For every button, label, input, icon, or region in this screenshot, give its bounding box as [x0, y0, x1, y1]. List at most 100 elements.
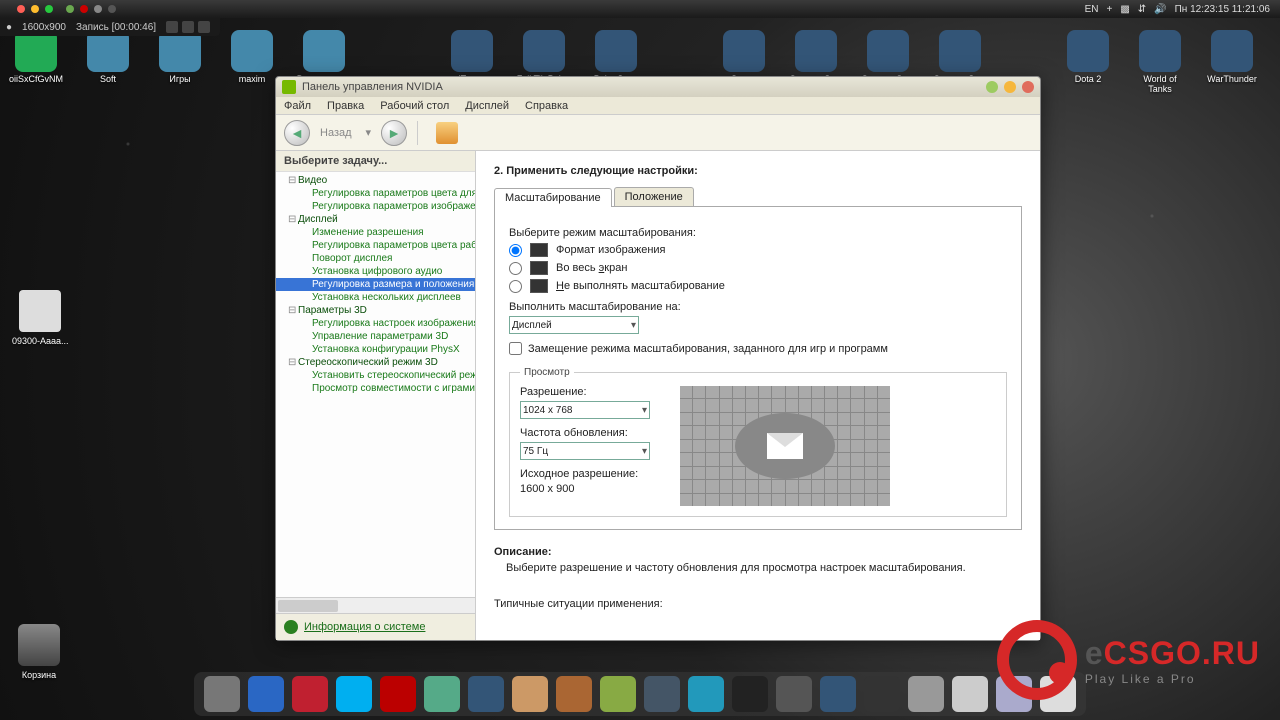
dock-item[interactable] [688, 676, 724, 712]
forward-button[interactable]: ► [381, 120, 407, 146]
dock-item[interactable] [204, 676, 240, 712]
minimize-button[interactable] [986, 81, 998, 93]
desktop-icon[interactable]: oiiSxCfGvNM [8, 30, 64, 94]
refresh-select[interactable]: 75 Гц [520, 442, 650, 460]
network-icon[interactable]: ⇵ [1138, 4, 1146, 15]
tree-node[interactable]: Регулировка параметров цвета для вид [276, 187, 475, 200]
desktop-icon[interactable]: Dota 2 [1060, 30, 1116, 94]
rec-leading-icon: ● [6, 22, 12, 33]
tab-position[interactable]: Положение [614, 187, 694, 206]
horizontal-scrollbar[interactable] [276, 597, 475, 613]
override-checkbox-row[interactable]: Замещение режима масштабирования, заданн… [509, 342, 1007, 355]
radio-fullscreen[interactable]: Во весь экран [509, 261, 1007, 275]
dock-item[interactable] [292, 676, 328, 712]
description-section: Описание: Выберите разрешение и частоту … [494, 546, 1022, 574]
dock-item[interactable] [380, 676, 416, 712]
app-icon [595, 30, 637, 72]
tree-node[interactable]: Поворот дисплея [276, 252, 475, 265]
tree-node[interactable]: Управление параметрами 3D [276, 330, 475, 343]
toolbar-divider [417, 121, 418, 145]
desktop-icon[interactable]: Игры [152, 30, 208, 94]
radio-input[interactable] [509, 262, 522, 275]
tree-node[interactable]: Дисплей [276, 213, 475, 226]
checkbox-label: Замещение режима масштабирования, заданн… [528, 343, 888, 355]
preview-legend: Просмотр [520, 367, 574, 378]
radio-label: Формат изображения [556, 244, 666, 256]
clock[interactable]: Пн 12:23:15 11:21:06 [1175, 4, 1270, 15]
tabs: Масштабирование Положение [494, 187, 1022, 207]
tree-node[interactable]: Просмотр совместимости с играми [276, 382, 475, 395]
rec-control-icon[interactable] [166, 21, 178, 33]
tree-node[interactable]: Установка конфигурации PhysX [276, 343, 475, 356]
info-icon [284, 620, 298, 634]
dock-item[interactable] [424, 676, 460, 712]
desktop-icon[interactable]: WarThunder [1204, 30, 1260, 94]
radio-input[interactable] [509, 280, 522, 293]
language-indicator[interactable]: EN [1085, 4, 1099, 15]
dock-item[interactable] [908, 676, 944, 712]
menu-item[interactable]: Файл [284, 100, 311, 112]
dropdown-arrow-icon[interactable]: ▾ [366, 126, 372, 139]
override-checkbox[interactable] [509, 342, 522, 355]
radio-no-scaling[interactable]: Не выполнять масштабирование [509, 279, 1007, 293]
native-res-label: Исходное разрешение: [520, 468, 660, 480]
rec-control-icon[interactable] [198, 21, 210, 33]
volume-icon[interactable]: 🔊 [1154, 4, 1166, 15]
status-dot-red [17, 5, 25, 13]
perform-on-select[interactable]: Дисплей [509, 316, 639, 334]
app-icon [15, 30, 57, 72]
dock-item[interactable] [336, 676, 372, 712]
maximize-button[interactable] [1004, 81, 1016, 93]
tree-node[interactable]: Регулировка параметров цвета рабочег [276, 239, 475, 252]
dock-item[interactable] [512, 676, 548, 712]
app-icon [939, 30, 981, 72]
desktop-file-icon[interactable]: 09300-Aaaa... [12, 290, 69, 346]
menu-item[interactable]: Правка [327, 100, 364, 112]
tree-node[interactable]: Установить стереоскопический режим 3 [276, 369, 475, 382]
dock-item[interactable] [820, 676, 856, 712]
dock-item[interactable] [468, 676, 504, 712]
tray-icon[interactable] [94, 5, 102, 13]
trash-icon[interactable]: Корзина [18, 624, 60, 680]
rec-control-icon[interactable] [182, 21, 194, 33]
tray-icon[interactable] [66, 5, 74, 13]
tree-node[interactable]: Установка цифрового аудио [276, 265, 475, 278]
dock-item[interactable] [556, 676, 592, 712]
tree-node[interactable]: Изменение разрешения [276, 226, 475, 239]
tree-node[interactable]: Регулировка параметров изображения д [276, 200, 475, 213]
home-button[interactable] [436, 122, 458, 144]
tray-icon[interactable] [108, 5, 116, 13]
tree-node[interactable]: Установка нескольких дисплеев [276, 291, 475, 304]
dock-item[interactable] [952, 676, 988, 712]
radio-input[interactable] [509, 244, 522, 257]
close-button[interactable] [1022, 81, 1034, 93]
flag-icon[interactable]: ▩ [1120, 4, 1129, 15]
tree-node[interactable]: Параметры 3D [276, 304, 475, 317]
tray-icon[interactable] [80, 5, 88, 13]
screen-resolution: 1600x900 [22, 22, 66, 33]
desktop-icon[interactable]: Soft [80, 30, 136, 94]
add-icon[interactable]: + [1106, 4, 1112, 15]
dock-item[interactable] [732, 676, 768, 712]
back-button[interactable]: ◄ [284, 120, 310, 146]
tree-node[interactable]: Регулировка настроек изображения с пр [276, 317, 475, 330]
dock-item[interactable] [248, 676, 284, 712]
tab-scaling[interactable]: Масштабирование [494, 188, 612, 207]
dock [194, 672, 1086, 716]
dock-item[interactable] [600, 676, 636, 712]
menu-item[interactable]: Справка [525, 100, 568, 112]
desktop-icon[interactable]: maxim [224, 30, 280, 94]
window-titlebar[interactable]: Панель управления NVIDIA [276, 77, 1040, 97]
radio-aspect[interactable]: Формат изображения [509, 243, 1007, 257]
tree-node[interactable]: Видео [276, 174, 475, 187]
menu-item[interactable]: Рабочий стол [380, 100, 449, 112]
dock-item[interactable] [776, 676, 812, 712]
dock-item[interactable] [644, 676, 680, 712]
dock-item[interactable] [864, 676, 900, 712]
desktop-icon[interactable]: World of Tanks [1132, 30, 1188, 94]
tree-node[interactable]: Регулировка размера и положения рабо [276, 278, 475, 291]
menu-item[interactable]: Дисплей [465, 100, 509, 112]
tree-node[interactable]: Стереоскопический режим 3D [276, 356, 475, 369]
system-info-link[interactable]: Информация о системе [276, 613, 475, 640]
resolution-select[interactable]: 1024 x 768 [520, 401, 650, 419]
